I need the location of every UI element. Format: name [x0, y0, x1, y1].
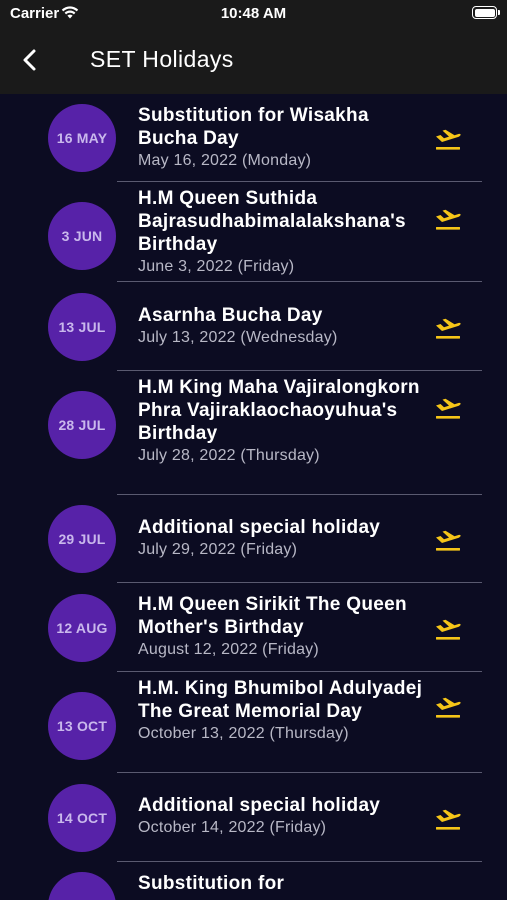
airplane-departure-icon[interactable]	[434, 396, 462, 420]
status-time: 10:48 AM	[220, 5, 287, 22]
holiday-date: July 29, 2022 (Friday)	[138, 541, 298, 558]
airplane-departure-icon[interactable]	[434, 528, 462, 552]
holiday-date: October 13, 2022 (Thursday)	[138, 725, 349, 742]
holiday-title: H.M Queen Sirikit The Queen Mother's Bir…	[138, 594, 407, 638]
navigation-bar: SET Holidays	[0, 28, 507, 94]
holiday-title: H.M. King Bhumibol Adulyadej The Great M…	[138, 678, 423, 722]
list-item[interactable]: Substitution for	[0, 862, 507, 900]
list-item[interactable]: 29 JUL Additional special holiday July 2…	[0, 495, 507, 583]
list-item[interactable]: 14 OCT Additional special holiday Octobe…	[0, 773, 507, 862]
holiday-title: Additional special holiday	[138, 795, 381, 816]
date-badge: 13 JUL	[48, 293, 116, 361]
holiday-title: H.M King Maha Vajiralongkorn Phra Vajira…	[138, 377, 420, 444]
holiday-title: Asarnha Bucha Day	[138, 305, 323, 326]
list-item[interactable]: 12 AUG H.M Queen Sirikit The Queen Mothe…	[0, 583, 507, 672]
date-badge: 12 AUG	[48, 594, 116, 662]
airplane-departure-icon[interactable]	[434, 127, 462, 151]
holiday-title: H.M Queen Suthida Bajrasudhabimalalaksha…	[138, 188, 406, 255]
holiday-date: July 13, 2022 (Wednesday)	[138, 329, 338, 346]
list-item[interactable]: 28 JUL H.M King Maha Vajiralongkorn Phra…	[0, 371, 507, 495]
date-badge: 3 JUN	[48, 202, 116, 270]
list-item[interactable]: 13 JUL Asarnha Bucha Day July 13, 2022 (…	[0, 282, 507, 371]
list-item[interactable]: 3 JUN H.M Queen Suthida Bajrasudhabimala…	[0, 182, 507, 282]
holiday-date: October 14, 2022 (Friday)	[138, 819, 327, 836]
list-item[interactable]: 16 MAY Substitution for Wisakha Bucha Da…	[0, 94, 507, 182]
holiday-date: May 16, 2022 (Monday)	[138, 152, 312, 169]
holiday-list[interactable]: 16 MAY Substitution for Wisakha Bucha Da…	[0, 94, 507, 900]
back-button[interactable]	[12, 42, 48, 78]
holiday-title: Substitution for Wisakha Bucha Day	[138, 105, 369, 149]
holiday-date: June 3, 2022 (Friday)	[138, 258, 295, 275]
holiday-title: Additional special holiday	[138, 517, 381, 538]
chevron-left-icon	[23, 49, 36, 71]
date-badge: 29 JUL	[48, 505, 116, 573]
holiday-date: July 28, 2022 (Thursday)	[138, 447, 320, 464]
date-badge	[48, 872, 116, 900]
date-badge: 13 OCT	[48, 692, 116, 760]
page-title: SET Holidays	[90, 46, 234, 72]
airplane-departure-icon[interactable]	[434, 695, 462, 719]
list-item[interactable]: 13 OCT H.M. King Bhumibol Adulyadej The …	[0, 672, 507, 773]
status-bar: Carrier 10:48 AM	[0, 0, 507, 28]
date-badge: 28 JUL	[48, 391, 116, 459]
airplane-departure-icon[interactable]	[434, 207, 462, 231]
airplane-departure-icon[interactable]	[434, 617, 462, 641]
date-badge: 16 MAY	[48, 104, 116, 172]
battery-icon	[472, 6, 500, 19]
holiday-date: August 12, 2022 (Friday)	[138, 641, 319, 658]
airplane-departure-icon[interactable]	[434, 316, 462, 340]
airplane-departure-icon[interactable]	[434, 807, 462, 831]
date-badge: 14 OCT	[48, 784, 116, 852]
holiday-title: Substitution for	[138, 873, 285, 894]
